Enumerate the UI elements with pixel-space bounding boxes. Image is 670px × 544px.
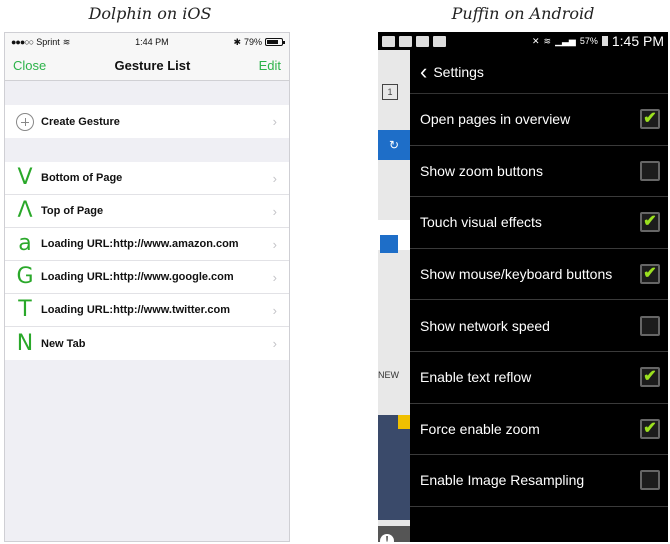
gesture-list: V Bottom of Page › Λ Top of Page › a Loa… — [5, 162, 289, 360]
bluetooth-icon: ✱ — [233, 36, 241, 47]
setting-row[interactable]: Open pages in overview ✔ — [410, 94, 668, 146]
setting-checkbox[interactable]: ✔ — [640, 264, 660, 285]
setting-row[interactable]: Force enable zoom ✔ — [410, 404, 668, 456]
tab-count-icon: 1 — [382, 84, 398, 100]
setting-label: Force enable zoom — [420, 420, 540, 437]
setting-checkbox[interactable] — [640, 160, 660, 181]
checkmark-icon: ✔ — [643, 110, 657, 128]
gesture-row-twitter[interactable]: T Loading URL:http://www.twitter.com › — [5, 294, 289, 327]
setting-row[interactable]: Show zoom buttons — [410, 146, 668, 198]
chevron-right-icon: › — [272, 270, 277, 285]
gesture-row-amazon[interactable]: a Loading URL:http://www.amazon.com › — [5, 228, 289, 261]
checkmark-icon: ✔ — [643, 213, 657, 231]
setting-label: Open pages in overview — [420, 111, 571, 128]
chevron-right-icon: › — [272, 204, 277, 219]
setting-checkbox[interactable]: ✔ — [640, 418, 660, 439]
outlook-icon — [380, 235, 398, 253]
android-status-bar: ✕ ≋ ▁▃▅ 57% 1:45 PM — [378, 32, 668, 50]
puffin-android-screen: ✕ ≋ ▁▃▅ 57% 1:45 PM 1 ↻ NEW ! ‹ Settings… — [378, 32, 668, 542]
ios-clock: 1:44 PM — [135, 37, 169, 47]
gesture-row-new-tab[interactable]: N New Tab › — [5, 327, 289, 360]
setting-label: Enable Image Resampling — [420, 472, 585, 489]
gesture-n-icon: N — [16, 330, 34, 356]
gesture-v-icon: V — [17, 165, 33, 190]
setting-row[interactable]: Enable Image Resampling — [410, 455, 668, 507]
wifi-icon: ≋ — [62, 36, 71, 47]
message-notification-icon — [399, 35, 412, 47]
gesture-label: Top of Page — [41, 205, 104, 217]
checkmark-icon: ✔ — [643, 368, 657, 386]
chevron-right-icon: › — [272, 171, 277, 186]
android-clock: 1:45 PM — [611, 33, 664, 49]
setting-checkbox[interactable]: ✔ — [640, 212, 660, 233]
caption-puffin-android: Puffin on Android — [451, 4, 595, 23]
camera-notification-icon — [416, 35, 429, 47]
background-image — [378, 415, 410, 520]
create-gesture-group: Create Gesture › — [5, 105, 289, 138]
gesture-label: New Tab — [41, 337, 86, 350]
setting-label: Show network speed — [420, 317, 550, 334]
gesture-row-google[interactable]: G Loading URL:http://www.google.com › — [5, 261, 289, 294]
setting-row[interactable]: Show network speed — [410, 300, 668, 352]
settings-header[interactable]: ‹ Settings — [410, 50, 668, 94]
setting-checkbox[interactable]: ✔ — [640, 367, 660, 388]
background-browser-page: 1 ↻ NEW ! — [378, 50, 410, 542]
gesture-label: Bottom of Page — [41, 172, 123, 184]
caption-dolphin-ios: Dolphin on iOS — [88, 4, 212, 23]
carrier-name: Sprint — [36, 37, 60, 47]
setting-checkbox[interactable] — [640, 315, 660, 336]
gesture-g-icon: G — [16, 264, 34, 289]
ios-status-bar: ●●●○○ Sprint ≋ 1:44 PM ✱ 79% — [5, 33, 289, 51]
chevron-right-icon: › — [272, 303, 277, 318]
add-circle-icon — [16, 112, 34, 131]
setting-row[interactable]: Touch visual effects ✔ — [410, 197, 668, 249]
setting-row[interactable]: Show mouse/keyboard buttons ✔ — [410, 249, 668, 301]
gesture-t-icon: T — [18, 297, 32, 322]
gesture-label: Loading URL:http://www.twitter.com — [41, 304, 231, 316]
back-chevron-icon[interactable]: ‹ — [420, 60, 427, 83]
battery-percent: 79% — [243, 37, 262, 47]
setting-label: Show mouse/keyboard buttons — [420, 266, 613, 283]
image-notification-icon — [433, 35, 446, 47]
gesture-row-top-of-page[interactable]: Λ Top of Page › — [5, 195, 289, 228]
mute-icon: ✕ — [531, 35, 540, 46]
signal-icon: ▁▃▅ — [555, 35, 576, 46]
setting-checkbox[interactable] — [640, 470, 660, 491]
page-title: Gesture List — [114, 58, 191, 73]
setting-row[interactable]: Enable text reflow ✔ — [410, 352, 668, 404]
setting-label: Touch visual effects — [420, 214, 542, 231]
gesture-a-icon: a — [18, 231, 32, 256]
settings-title: Settings — [433, 63, 484, 80]
gesture-label: Loading URL:http://www.amazon.com — [41, 238, 239, 250]
edit-button[interactable]: Edit — [259, 58, 281, 73]
battery-icon — [265, 38, 285, 46]
chevron-right-icon: › — [272, 336, 277, 351]
dolphin-ios-screen: ●●●○○ Sprint ≋ 1:44 PM ✱ 79% Close Gestu… — [4, 32, 290, 542]
email-notification-icon — [382, 35, 395, 47]
gesture-caret-icon: Λ — [17, 198, 33, 223]
ios-nav-bar: Close Gesture List Edit — [5, 51, 289, 81]
close-button[interactable]: Close — [13, 58, 46, 73]
create-gesture-row[interactable]: Create Gesture › — [5, 105, 289, 138]
battery-percent: 57% — [579, 36, 598, 46]
battery-icon — [601, 36, 608, 46]
checkmark-icon: ✔ — [643, 265, 657, 283]
setting-label: Show zoom buttons — [420, 162, 543, 179]
chevron-right-icon: › — [272, 237, 277, 252]
signal-dots-icon: ●●●○○ — [11, 37, 34, 47]
gesture-row-bottom-of-page[interactable]: V Bottom of Page › — [5, 162, 289, 195]
gesture-label: Loading URL:http://www.google.com — [41, 271, 234, 283]
background-text: NEW — [378, 370, 399, 380]
chevron-right-icon: › — [272, 114, 277, 129]
create-gesture-label: Create Gesture — [41, 115, 120, 128]
info-icon: ! — [380, 534, 394, 542]
checkmark-icon: ✔ — [643, 419, 657, 437]
setting-checkbox[interactable]: ✔ — [640, 109, 660, 130]
settings-panel: ‹ Settings Open pages in overview ✔ Show z… — [410, 50, 668, 542]
settings-list: Open pages in overview ✔ Show zoom buttons… — [410, 94, 668, 507]
setting-label: Enable text reflow — [420, 369, 532, 386]
refresh-icon: ↻ — [378, 130, 410, 160]
wifi-icon: ≋ — [543, 35, 552, 46]
